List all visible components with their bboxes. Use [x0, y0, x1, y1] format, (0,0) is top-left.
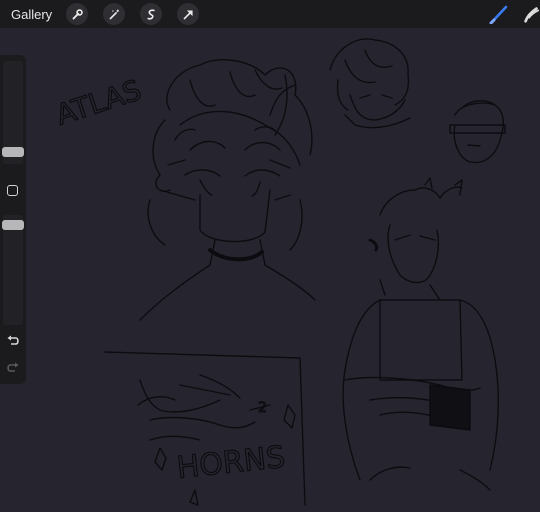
atlas-text: ATLAS: [52, 73, 145, 131]
brush-button[interactable]: [486, 1, 512, 27]
magic-wand-icon: [109, 9, 119, 19]
top-toolbar: Gallery: [0, 0, 540, 28]
smudge-icon: [524, 7, 540, 23]
gallery-button[interactable]: Gallery: [11, 7, 52, 22]
drawing-canvas[interactable]: ATLAS 2 HORNS: [0, 28, 540, 512]
smudge-button[interactable]: [522, 1, 540, 27]
selection-icon: [147, 8, 155, 20]
horns-note-sketch: 2 HORNS: [104, 351, 306, 506]
standing-figure-sketch: [342, 177, 499, 491]
small-face-sketch: [449, 100, 506, 164]
wrench-icon: [72, 8, 83, 19]
actions-button[interactable]: [66, 3, 89, 25]
small-head-sketch-1: [329, 38, 411, 129]
brush-icon: [489, 5, 508, 24]
note-number: 2: [258, 400, 267, 416]
selection-button[interactable]: [140, 3, 163, 25]
transform-button[interactable]: [177, 3, 200, 25]
main-portrait-sketch: [139, 59, 316, 321]
painting-tools: [472, 0, 540, 28]
horns-text: HORNS: [175, 440, 287, 486]
adjustments-button[interactable]: [103, 3, 126, 25]
transform-arrow-icon: [183, 9, 193, 19]
